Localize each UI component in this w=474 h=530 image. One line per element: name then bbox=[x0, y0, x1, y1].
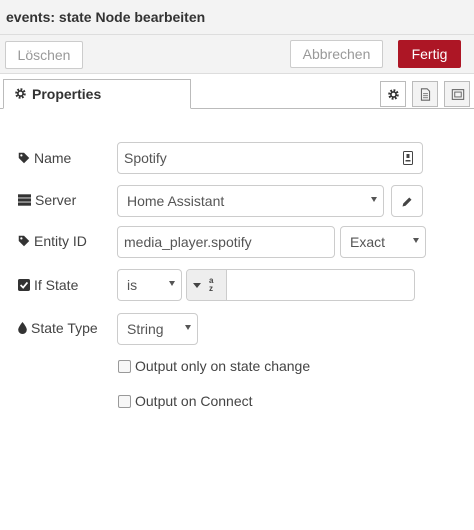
tag-icon bbox=[18, 150, 34, 166]
dialog-header: events: state Node bearbeiten bbox=[0, 0, 474, 35]
chevron-down-icon bbox=[413, 238, 419, 243]
name-label: Name bbox=[18, 150, 71, 166]
dialog-toolbar: Löschen Abbrechen Fertig bbox=[0, 35, 474, 74]
caret-down-icon bbox=[193, 283, 201, 288]
tab-bar: Properties bbox=[0, 74, 474, 109]
type-selector-button[interactable]: az bbox=[187, 270, 227, 300]
checkbox-box[interactable] bbox=[118, 360, 131, 373]
entity-match-select[interactable]: Exact bbox=[340, 226, 426, 258]
cancel-button[interactable]: Abbrechen bbox=[290, 40, 383, 68]
chevron-down-icon bbox=[169, 281, 175, 286]
edit-server-button[interactable] bbox=[391, 185, 423, 217]
dialog-title: events: state Node bearbeiten bbox=[6, 9, 206, 25]
variable-icon bbox=[403, 151, 413, 168]
server-select[interactable]: Home Assistant bbox=[117, 185, 384, 217]
name-input[interactable]: Spotify bbox=[117, 142, 423, 174]
tag-icon bbox=[18, 233, 34, 249]
done-button[interactable]: Fertig bbox=[398, 40, 461, 68]
tab-properties[interactable]: Properties bbox=[3, 79, 191, 109]
server-label: Server bbox=[18, 192, 76, 208]
tab-settings-icon-button[interactable] bbox=[380, 81, 406, 107]
state-type-select[interactable]: String bbox=[117, 313, 198, 345]
tab-properties-label: Properties bbox=[32, 86, 102, 102]
checkbox-checked-icon bbox=[18, 277, 34, 293]
svg-text:z: z bbox=[209, 284, 213, 292]
if-state-typed-input[interactable]: az bbox=[186, 269, 415, 301]
gear-icon bbox=[14, 87, 27, 105]
tint-icon bbox=[18, 320, 31, 336]
checkbox-box[interactable] bbox=[118, 395, 131, 408]
string-type-icon: az bbox=[208, 276, 218, 295]
entity-id-label: Entity ID bbox=[18, 233, 87, 249]
server-icon bbox=[18, 192, 35, 208]
if-state-operator-select[interactable]: is bbox=[117, 269, 182, 301]
chevron-down-icon bbox=[185, 325, 191, 330]
pencil-icon bbox=[401, 195, 413, 211]
state-type-label: State Type bbox=[18, 320, 98, 336]
chevron-down-icon bbox=[371, 197, 377, 202]
tab-appearance-icon-button[interactable] bbox=[444, 81, 470, 107]
delete-button[interactable]: Löschen bbox=[5, 41, 83, 69]
if-state-label: If State bbox=[18, 277, 78, 293]
tab-description-icon-button[interactable] bbox=[412, 81, 438, 107]
entity-id-input[interactable]: media_player.spotify bbox=[117, 226, 335, 258]
